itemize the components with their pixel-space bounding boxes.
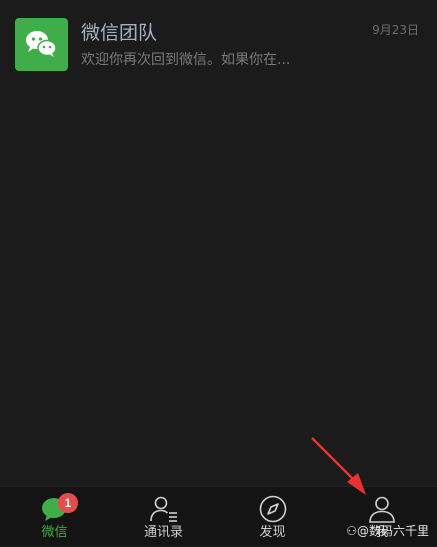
- contacts-icon: [149, 494, 179, 524]
- person-icon: [367, 494, 397, 524]
- tab-label-discover: 发现: [259, 525, 286, 540]
- tab-wechat[interactable]: 1 微信: [0, 487, 109, 547]
- chat-list: 微信团队 欢迎你再次回到微信。如果你在... 9月23日: [0, 0, 437, 486]
- watermark-text: ⚇@数码六千里: [346, 524, 429, 538]
- tab-discover[interactable]: 发现: [218, 487, 327, 547]
- chat-time: 9月23日: [372, 23, 419, 37]
- compass-icon: [258, 494, 288, 524]
- unread-badge: 1: [58, 493, 78, 513]
- tab-label-wechat: 微信: [41, 525, 68, 540]
- chat-preview: 欢迎你再次回到微信。如果你在...: [81, 52, 291, 68]
- chat-item-wechat-team[interactable]: 微信团队 欢迎你再次回到微信。如果你在... 9月23日: [0, 10, 437, 82]
- tab-contacts[interactable]: 通讯录: [109, 487, 218, 547]
- tab-label-contacts: 通讯录: [143, 525, 183, 540]
- tab-me[interactable]: 我: [327, 487, 437, 547]
- wechat-logo-icon: [15, 18, 68, 71]
- chat-name: 微信团队: [81, 22, 158, 44]
